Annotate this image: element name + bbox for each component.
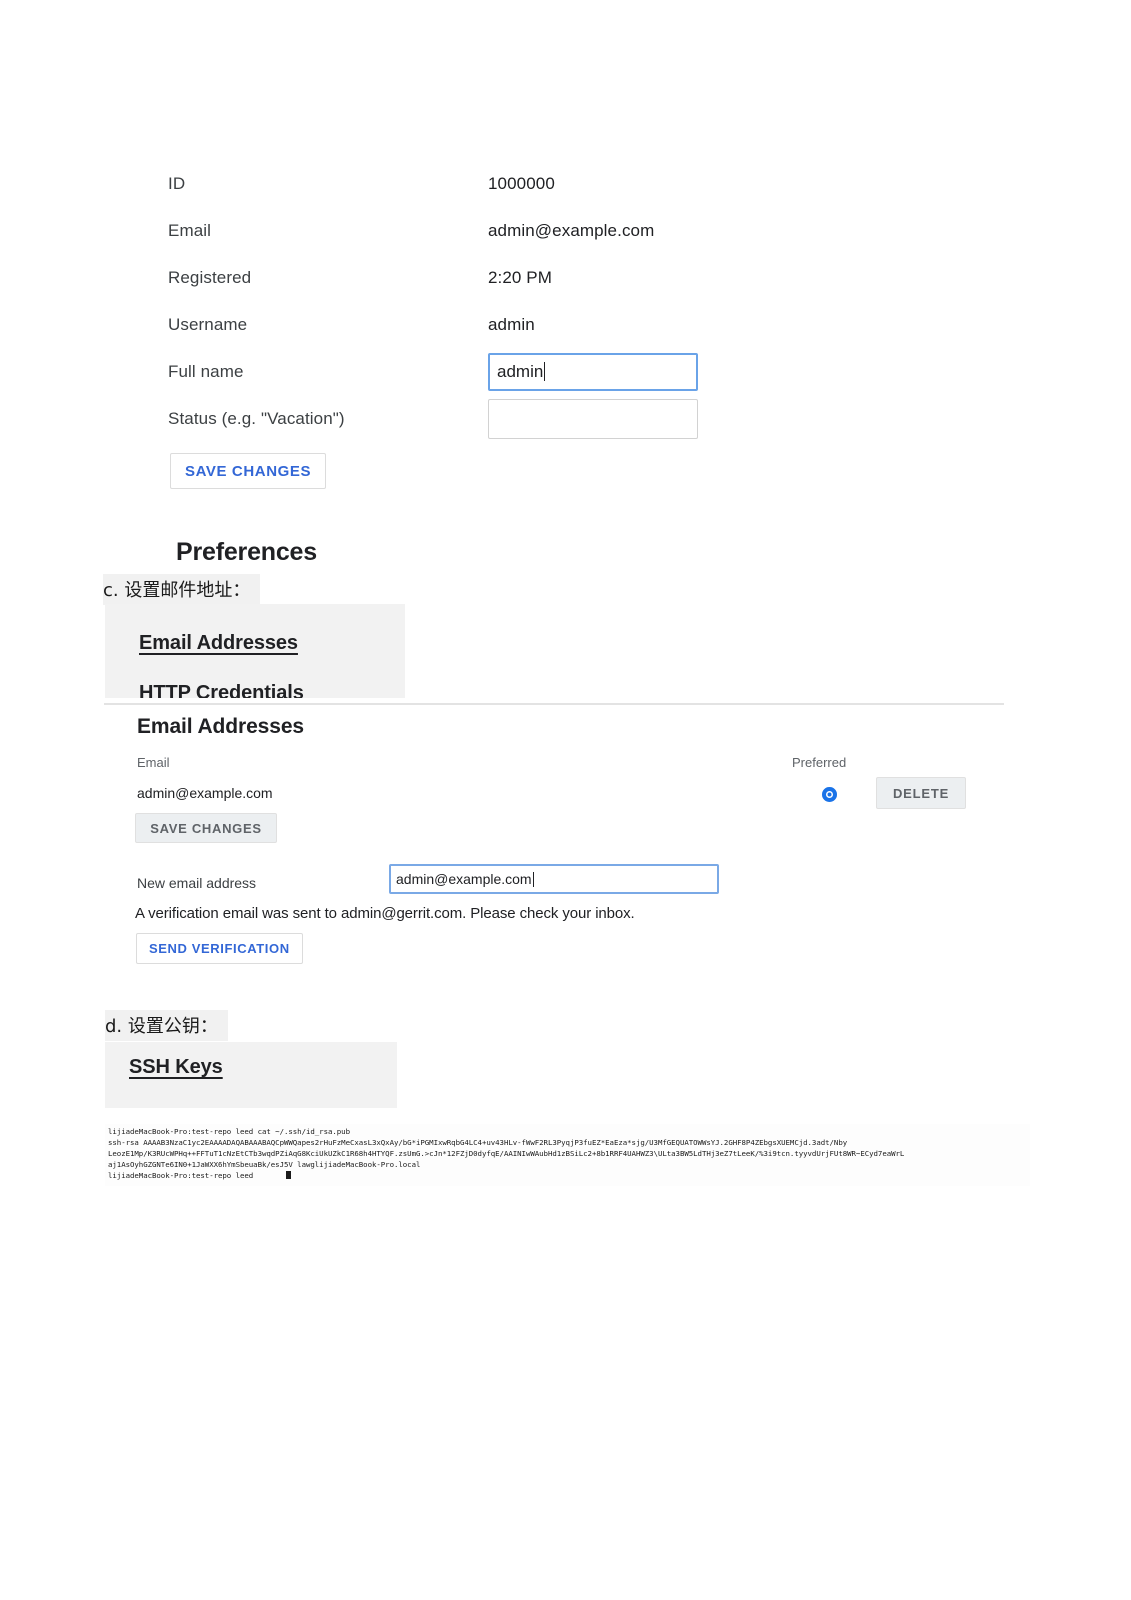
field-label-full-name: Full name — [168, 361, 244, 381]
field-value-username: admin — [488, 314, 535, 334]
nav-link-email-addresses[interactable]: Email Addresses — [139, 632, 298, 655]
field-label-username: Username — [168, 314, 248, 334]
terminal-cursor — [286, 1171, 291, 1179]
nav-link-http-credentials[interactable]: HTTP Credentials — [139, 682, 304, 698]
field-row-registered: Registered 2:20 PM — [168, 254, 728, 301]
field-label-status: Status (e.g. "Vacation") — [168, 408, 345, 428]
new-email-input-value: admin@example.com — [396, 871, 532, 887]
field-row-email: Email admin@example.com — [168, 207, 728, 254]
document-page: ID 1000000 Email admin@example.com Regis… — [0, 0, 1131, 1600]
field-row-status: Status (e.g. "Vacation") — [168, 395, 728, 442]
column-header-preferred: Preferred — [792, 755, 847, 770]
ssh-keys-nav-crop: SSH Keys — [105, 1042, 397, 1108]
new-email-input[interactable]: admin@example.com — [389, 864, 719, 894]
field-value-registered: 2:20 PM — [488, 267, 553, 287]
field-row-id: ID 1000000 — [168, 160, 728, 207]
field-row-username: Username admin — [168, 301, 728, 348]
caption-c-email-setup: c. 设置邮件地址： — [103, 574, 261, 605]
preferences-heading: Preferences — [176, 538, 317, 566]
status-input[interactable] — [488, 398, 698, 439]
field-label-id: ID — [168, 173, 186, 193]
full-name-input-value: admin — [497, 361, 544, 381]
field-label-registered: Registered — [168, 267, 252, 287]
field-value-id: 1000000 — [488, 173, 555, 193]
terminal-line: lijiadeMacBook-Pro:test-repo leed — [108, 1171, 254, 1180]
email-addresses-panel: Email Addresses Email Preferred admin@ex… — [104, 703, 1004, 977]
column-header-email: Email — [137, 755, 170, 770]
terminal-line: LeozE1Mp/K3RUcWPHq++FFTuT1cNzEtCTb3wqdPZ… — [108, 1149, 905, 1158]
caption-d-ssh-setup: d. 设置公钥： — [105, 1010, 228, 1041]
terminal-screenshot-crop: lijiadeMacBook-Pro:test-repo leed cat ~/… — [105, 1124, 1030, 1186]
full-name-input[interactable]: admin — [488, 352, 698, 391]
field-label-email: Email — [168, 220, 212, 240]
preferred-radio-button[interactable] — [822, 787, 837, 802]
account-profile-block: ID 1000000 Email admin@example.com Regis… — [168, 160, 728, 442]
terminal-line: aj1AsOyhGZGNTe6IN0+1JaWXX6hYmSbeuaBk/esJ… — [108, 1160, 421, 1169]
new-email-label: New email address — [137, 875, 257, 891]
settings-nav-crop: Email Addresses HTTP Credentials — [105, 604, 405, 698]
email-row-value: admin@example.com — [137, 785, 273, 801]
send-verification-button[interactable]: SEND VERIFICATION — [136, 933, 303, 964]
verification-sent-note: A verification email was sent to admin@g… — [135, 905, 635, 922]
terminal-line: ssh-rsa AAAAB3NzaC1yc2EAAAADAQABAAABAQCp… — [108, 1138, 848, 1147]
text-caret — [532, 871, 534, 887]
field-value-email: admin@example.com — [488, 220, 655, 240]
save-changes-email-button[interactable]: SAVE CHANGES — [135, 813, 277, 843]
terminal-line: lijiadeMacBook-Pro:test-repo leed cat ~/… — [108, 1127, 350, 1136]
email-addresses-title: Email Addresses — [137, 715, 304, 738]
delete-email-button[interactable]: DELETE — [876, 777, 966, 809]
text-caret — [544, 362, 546, 381]
save-changes-button[interactable]: SAVE CHANGES — [170, 453, 327, 489]
field-row-full-name: Full name admin — [168, 348, 728, 395]
nav-link-ssh-keys[interactable]: SSH Keys — [129, 1056, 223, 1079]
